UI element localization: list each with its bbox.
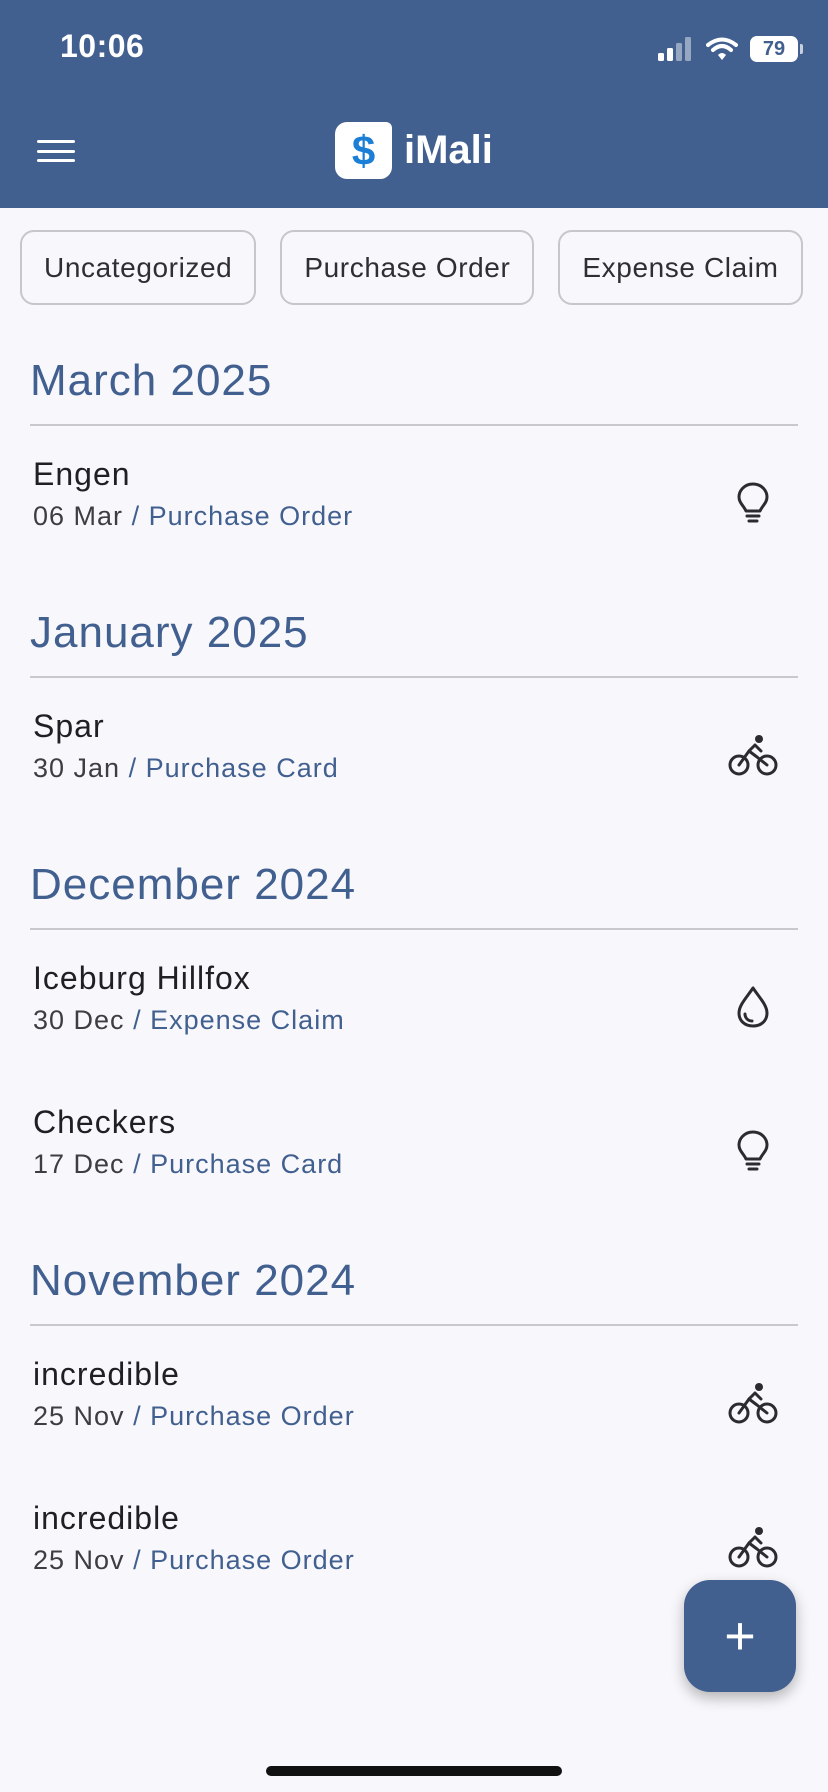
- item-subtitle: 25 Nov / Purchase Order: [33, 1401, 828, 1432]
- app-title: iMali: [404, 128, 493, 172]
- add-transaction-button[interactable]: +: [684, 1580, 796, 1692]
- month-header: November 2024: [30, 1238, 798, 1326]
- filter-chips: Uncategorized Purchase Order Expense Cla…: [20, 230, 803, 305]
- filter-chip-uncategorized[interactable]: Uncategorized: [20, 230, 257, 305]
- month-header: March 2025: [30, 338, 798, 426]
- list-item[interactable]: Iceburg Hillfox 30 Dec / Expense Claim: [0, 930, 828, 1074]
- app-header: 10:06 79 $ iMali: [0, 0, 828, 208]
- list-item[interactable]: Engen 06 Mar / Purchase Order: [0, 426, 828, 590]
- item-date: 30 Jan: [33, 753, 121, 783]
- item-category: Purchase Order: [148, 501, 354, 531]
- item-title: Engen: [33, 456, 131, 492]
- menu-icon-bar: [37, 159, 75, 162]
- item-subtitle: 25 Nov / Purchase Order: [33, 1545, 828, 1576]
- transaction-list: March 2025 Engen 06 Mar / Purchase Order…: [0, 338, 828, 1614]
- bicycle-icon: [728, 730, 778, 780]
- list-item[interactable]: Checkers 17 Dec / Purchase Card: [0, 1074, 828, 1238]
- item-date: 17 Dec: [33, 1149, 125, 1179]
- item-category: Purchase Order: [150, 1401, 355, 1431]
- bicycle-icon: [728, 1378, 778, 1428]
- home-indicator[interactable]: [266, 1766, 562, 1776]
- item-title: Spar: [33, 708, 105, 744]
- item-separator: /: [131, 501, 141, 531]
- item-separator: /: [133, 1005, 142, 1035]
- item-separator: /: [133, 1545, 142, 1575]
- status-time: 10:06: [60, 28, 145, 64]
- lightbulb-icon: [728, 1126, 778, 1176]
- app-logo-icon: $: [335, 122, 392, 179]
- battery-icon: 79: [750, 36, 803, 62]
- item-subtitle: 30 Dec / Expense Claim: [33, 1005, 828, 1036]
- month-header: January 2025: [30, 590, 798, 678]
- item-title: incredible: [33, 1500, 180, 1536]
- filter-chip-purchase-order[interactable]: Purchase Order: [280, 230, 535, 305]
- item-date: 06 Mar: [33, 501, 124, 531]
- item-title: incredible: [33, 1356, 180, 1392]
- item-subtitle: 17 Dec / Purchase Card: [33, 1149, 828, 1180]
- water-drop-icon: [728, 982, 778, 1032]
- lightbulb-icon: [728, 478, 778, 528]
- menu-icon-bar: [37, 140, 75, 143]
- list-item[interactable]: incredible 25 Nov / Purchase Order: [0, 1326, 828, 1470]
- item-category: Purchase Card: [150, 1149, 344, 1179]
- item-separator: /: [128, 753, 138, 783]
- battery-level: 79: [762, 37, 786, 60]
- item-separator: /: [133, 1149, 142, 1179]
- item-category: Expense Claim: [150, 1005, 345, 1035]
- filter-chip-expense-claim[interactable]: Expense Claim: [558, 230, 803, 305]
- month-header: December 2024: [30, 842, 798, 930]
- cellular-signal-icon: [658, 37, 691, 61]
- item-subtitle: 06 Mar / Purchase Order: [33, 501, 828, 532]
- item-category: Purchase Card: [145, 753, 339, 783]
- item-category: Purchase Order: [150, 1545, 355, 1575]
- list-item[interactable]: Spar 30 Jan / Purchase Card: [0, 678, 828, 842]
- menu-button[interactable]: [34, 134, 78, 168]
- item-date: 25 Nov: [33, 1545, 125, 1575]
- item-subtitle: 30 Jan / Purchase Card: [33, 753, 828, 784]
- bicycle-icon: [728, 1522, 778, 1572]
- item-date: 25 Nov: [33, 1401, 125, 1431]
- item-date: 30 Dec: [33, 1005, 125, 1035]
- item-title: Checkers: [33, 1104, 177, 1140]
- item-separator: /: [133, 1401, 142, 1431]
- item-title: Iceburg Hillfox: [33, 960, 251, 996]
- status-icons: 79: [658, 32, 803, 66]
- menu-icon-bar: [37, 149, 75, 153]
- wifi-icon: [706, 37, 738, 60]
- app-brand: $ iMali: [335, 122, 493, 179]
